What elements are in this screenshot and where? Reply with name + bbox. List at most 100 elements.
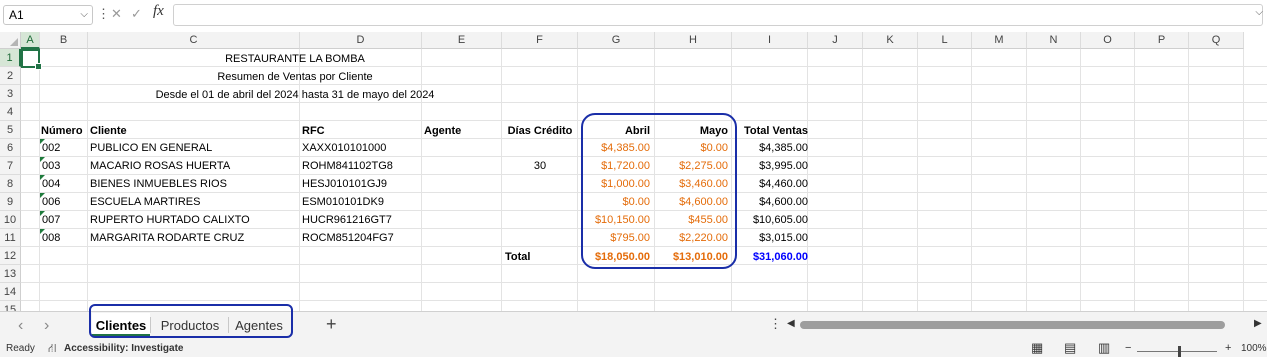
column-header-j[interactable]: J [808,32,863,49]
row-header-12[interactable]: 12 [0,247,21,265]
cell-numero[interactable]: 007 [42,211,86,229]
row-header-6[interactable]: 6 [0,139,21,157]
cell-total-ventas[interactable]: $3,015.00 [732,229,808,247]
cell-rfc[interactable]: XAXX010101000 [302,139,417,157]
cell-cliente[interactable]: ESCUELA MARTIRES [90,193,295,211]
zoom-slider-knob[interactable] [1178,346,1181,357]
column-header-o[interactable]: O [1081,32,1135,49]
row-header-7[interactable]: 7 [0,157,21,175]
row-header-2[interactable]: 2 [0,67,21,85]
more-sheets-icon[interactable]: ⋮ [769,316,782,332]
header-dias-credito[interactable]: Días Crédito [502,122,578,140]
header-numero[interactable]: Número [41,122,86,140]
cell-dias-credito[interactable]: 30 [502,157,578,175]
column-header-a[interactable]: A [21,32,40,49]
cell-cliente[interactable]: MARGARITA RODARTE CRUZ [90,229,295,247]
cell-rfc[interactable]: HESJ010101GJ9 [302,175,417,193]
column-header-i[interactable]: I [732,32,808,49]
cell-dias-credito[interactable] [502,229,578,247]
cell-cliente[interactable]: MACARIO ROSAS HUERTA [90,157,295,175]
chevron-down-icon[interactable]: ⌵ [80,6,88,24]
cell-dias-credito[interactable] [502,175,578,193]
row-header-4[interactable]: 4 [0,103,21,121]
column-header-n[interactable]: N [1027,32,1081,49]
cell-agente[interactable] [424,175,499,193]
report-title[interactable]: RESTAURANTE LA BOMBA [88,50,502,68]
column-header-e[interactable]: E [422,32,502,49]
row-header-5[interactable]: 5 [0,121,21,139]
prev-sheet-icon[interactable]: ‹ [18,317,23,335]
cell-numero[interactable]: 002 [42,139,86,157]
header-cliente[interactable]: Cliente [90,122,295,140]
zoom-slider-track[interactable] [1137,351,1217,352]
enter-icon[interactable]: ✓ [131,6,142,22]
row-header-3[interactable]: 3 [0,85,21,103]
header-rfc[interactable]: RFC [302,122,417,140]
cell-agente[interactable] [424,193,499,211]
cell-dias-credito[interactable] [502,211,578,229]
cell-total-ventas[interactable]: $10,605.00 [732,211,808,229]
name-box[interactable]: A1 ⌵ [3,5,93,25]
more-options-icon[interactable]: ⋮ [97,6,110,22]
row-header-10[interactable]: 10 [0,211,21,229]
column-header-f[interactable]: F [502,32,578,49]
column-header-d[interactable]: D [300,32,422,49]
select-all-corner[interactable] [0,32,21,49]
scroll-left-icon[interactable]: ◀ [787,318,795,329]
accessibility-status[interactable]: Accessibility: Investigate [64,343,184,354]
cell-total-ventas[interactable]: $3,995.00 [732,157,808,175]
header-total-ventas[interactable]: Total Ventas [732,122,808,140]
report-period[interactable]: Desde el 01 de abril del 2024 hasta 31 d… [88,86,502,104]
accessibility-icon[interactable]: ⛙ [48,341,56,357]
cell-rfc[interactable]: HUCR961216GT7 [302,211,417,229]
cell-numero[interactable]: 003 [42,157,86,175]
cell-total-ventas[interactable]: $4,385.00 [732,139,808,157]
cell-cliente[interactable]: RUPERTO HURTADO CALIXTO [90,211,295,229]
column-header-m[interactable]: M [972,32,1027,49]
report-subtitle[interactable]: Resumen de Ventas por Cliente [88,68,502,86]
cell-cliente[interactable]: PUBLICO EN GENERAL [90,139,295,157]
grand-total[interactable]: $31,060.00 [732,248,808,266]
cell-rfc[interactable]: ROHM841102TG8 [302,157,417,175]
zoom-level[interactable]: 100% [1241,343,1267,354]
zoom-out-icon[interactable]: − [1125,342,1131,354]
spreadsheet-grid[interactable]: ABCDEFGHIJKLMNOPQ 1 2 3 4 5 6 7 8 9 10 11 12 13 14 15 … [0,32,1267,311]
column-header-h[interactable]: H [655,32,732,49]
cell-agente[interactable] [424,139,499,157]
insert-function-icon[interactable]: fx [153,3,164,20]
cancel-icon[interactable]: ✕ [111,6,122,22]
cell-cliente[interactable]: BIENES INMUEBLES RIOS [90,175,295,193]
page-break-preview-icon[interactable]: ▥ [1098,340,1110,356]
row-header-9[interactable]: 9 [0,193,21,211]
cell-agente[interactable] [424,211,499,229]
row-header-15[interactable]: 15 [0,301,21,311]
active-cell-a1[interactable] [21,49,42,70]
column-header-k[interactable]: K [863,32,918,49]
cell-total-ventas[interactable]: $4,460.00 [732,175,808,193]
column-header-q[interactable]: Q [1189,32,1244,49]
cell-agente[interactable] [424,229,499,247]
column-header-c[interactable]: C [88,32,300,49]
cell-numero[interactable]: 006 [42,193,86,211]
page-layout-view-icon[interactable]: ▤ [1064,340,1076,356]
cell-total-ventas[interactable]: $4,600.00 [732,193,808,211]
column-header-g[interactable]: G [578,32,655,49]
row-header-8[interactable]: 8 [0,175,21,193]
cell-numero[interactable]: 004 [42,175,86,193]
column-header-b[interactable]: B [40,32,88,49]
row-header-13[interactable]: 13 [0,265,21,283]
row-header-11[interactable]: 11 [0,229,21,247]
column-header-p[interactable]: P [1135,32,1189,49]
fill-handle[interactable] [35,63,42,70]
row-header-14[interactable]: 14 [0,283,21,301]
cell-dias-credito[interactable] [502,193,578,211]
header-agente[interactable]: Agente [424,122,499,140]
cell-numero[interactable]: 008 [42,229,86,247]
cell-rfc[interactable]: ROCM851204FG7 [302,229,417,247]
row-header-1[interactable]: 1 [0,49,21,67]
cell-dias-credito[interactable] [502,139,578,157]
expand-formula-bar-icon[interactable]: ⌵ [1255,7,1263,18]
formula-input[interactable] [173,4,1263,26]
next-sheet-icon[interactable]: › [44,317,49,335]
cell-rfc[interactable]: ESM010101DK9 [302,193,417,211]
